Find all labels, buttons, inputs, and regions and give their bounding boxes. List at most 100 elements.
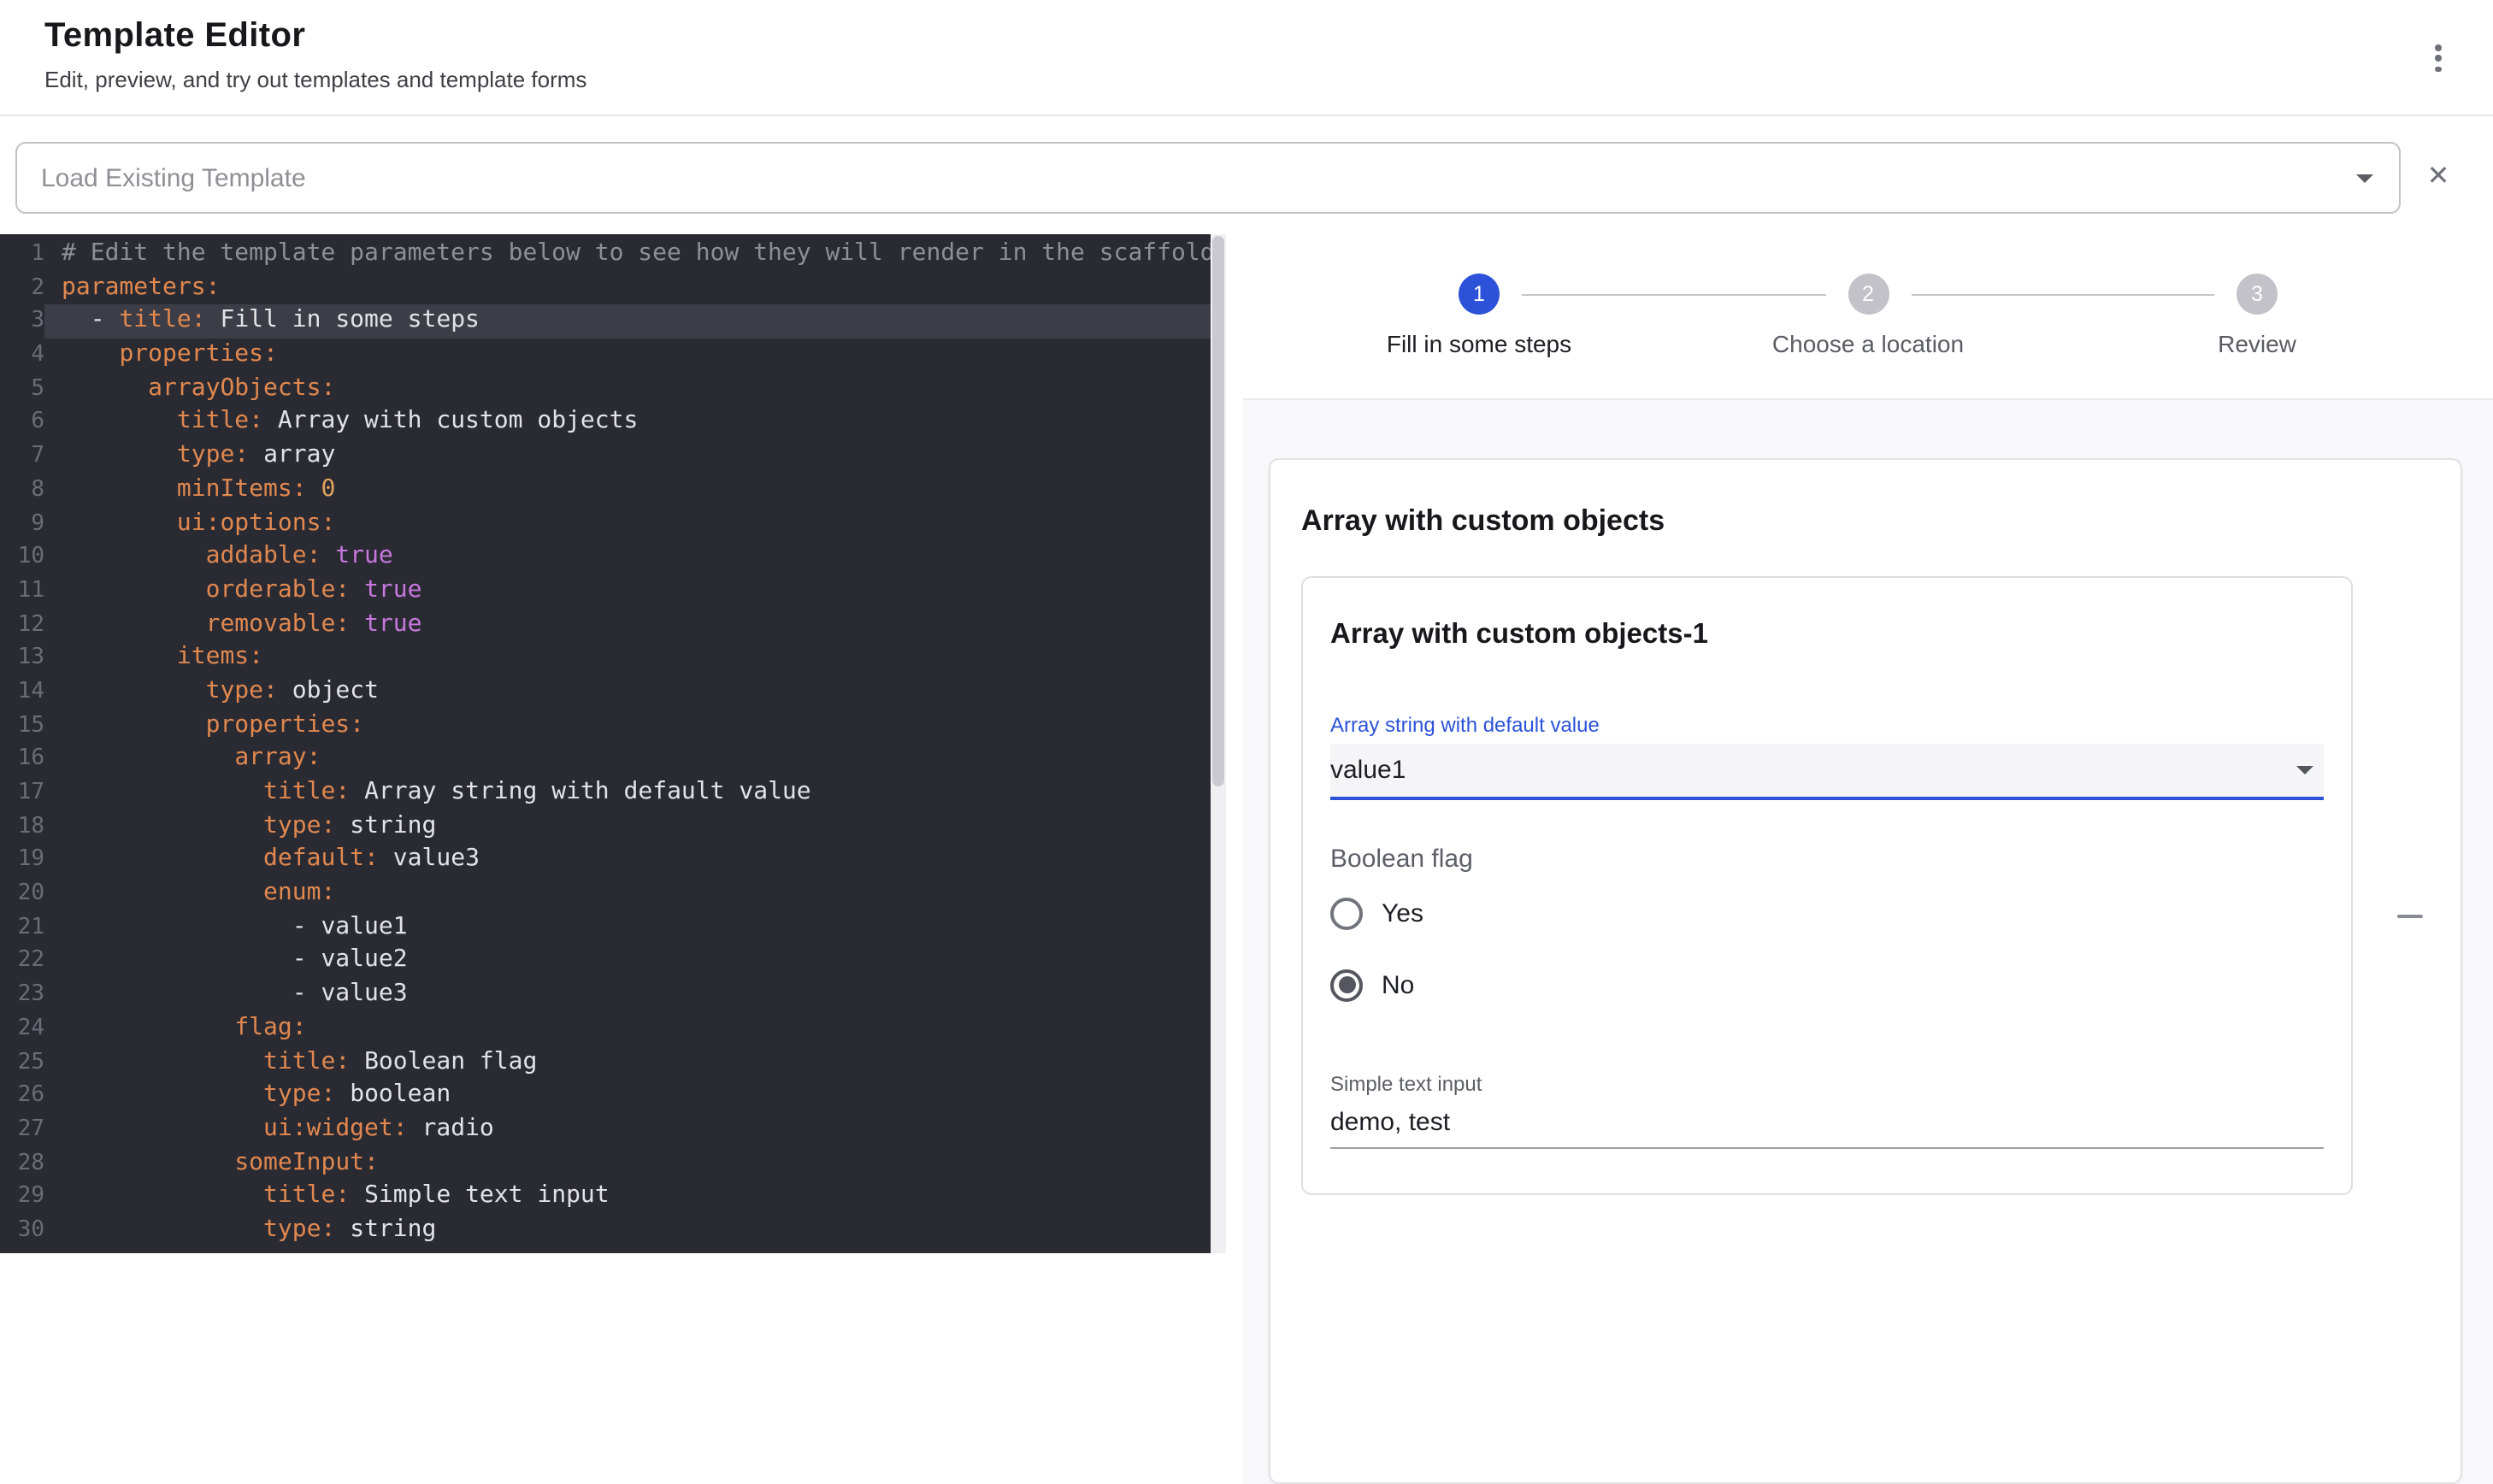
code-line[interactable]: 23 - value3 [0, 978, 1226, 1011]
code-line[interactable]: 10 addable: true [0, 540, 1226, 574]
code-line[interactable]: 18 type: string [0, 810, 1226, 843]
array-string-select[interactable]: value1 [1330, 744, 2324, 800]
line-number: 4 [0, 339, 44, 372]
line-number: 23 [0, 978, 44, 1011]
scrollbar-thumb[interactable] [1212, 236, 1224, 786]
code-editor[interactable]: 1# Edit the template parameters below to… [0, 234, 1226, 1253]
code-line[interactable]: 4 properties: [0, 339, 1226, 372]
line-number: 21 [0, 911, 44, 945]
code-line[interactable]: 17 title: Array string with default valu… [0, 776, 1226, 810]
select-value: value1 [1330, 756, 1406, 785]
code-line[interactable]: 16 array: [0, 743, 1226, 776]
line-number: 26 [0, 1079, 44, 1112]
simple-text-input[interactable] [1330, 1104, 2324, 1149]
template-select-row: ✕ [0, 116, 2493, 234]
line-number: 28 [0, 1146, 44, 1180]
code-line-text: parameters: [44, 271, 1226, 304]
code-line-text: - title: Fill in some steps [44, 305, 1226, 339]
code-line[interactable]: 5 arrayObjects: [0, 373, 1226, 406]
code-line-text: - value2 [44, 945, 1226, 978]
kebab-icon [2435, 56, 2442, 62]
kebab-icon [2435, 66, 2442, 73]
preview-panel: 1 Fill in some steps 2 Choose a location… [1226, 234, 2493, 1253]
line-number: 8 [0, 474, 44, 507]
line-number: 25 [0, 1045, 44, 1079]
item-title: Array with custom objects-1 [1330, 619, 2324, 651]
code-line[interactable]: 12 removable: true [0, 608, 1226, 641]
code-line-text: removable: true [44, 608, 1226, 641]
editor-scrollbar[interactable] [1211, 234, 1226, 1253]
close-icon[interactable]: ✕ [2418, 157, 2459, 198]
code-line-text: addable: true [44, 540, 1226, 574]
radio-option-no[interactable]: No [1330, 963, 2324, 1007]
code-line[interactable]: 1# Edit the template parameters below to… [0, 238, 1226, 271]
code-line[interactable]: 26 type: boolean [0, 1079, 1226, 1112]
array-item-card: Array with custom objects-1 Array string… [1301, 576, 2353, 1195]
code-line-text: orderable: true [44, 574, 1226, 608]
code-line-text: type: string [44, 810, 1226, 843]
minus-icon [2397, 915, 2423, 918]
step-fill-in-some-steps[interactable]: 1 Fill in some steps [1368, 274, 1590, 357]
step-number-badge: 3 [2237, 274, 2278, 315]
code-line[interactable]: 28 someInput: [0, 1146, 1226, 1180]
code-line[interactable]: 7 type: array [0, 439, 1226, 473]
code-line[interactable]: 3 - title: Fill in some steps [0, 305, 1226, 339]
code-line-text: enum: [44, 877, 1226, 910]
remove-item-button[interactable] [2384, 901, 2437, 932]
app: Template Editor Edit, preview, and try o… [0, 0, 2493, 1253]
code-line[interactable]: 29 title: Simple text input [0, 1181, 1226, 1214]
line-number: 7 [0, 439, 44, 473]
code-line-text: items: [44, 642, 1226, 675]
radio-field: Boolean flag Yes No [1330, 845, 2324, 1007]
code-line-text: type: array [44, 439, 1226, 473]
header-text: Template Editor Edit, preview, and try o… [44, 17, 586, 92]
code-line[interactable]: 22 - value2 [0, 945, 1226, 978]
code-line[interactable]: 30 type: string [0, 1214, 1226, 1247]
load-template-input[interactable] [17, 163, 2399, 192]
step-number-badge: 2 [1848, 274, 1889, 315]
code-line-text: default: value3 [44, 844, 1226, 877]
code-line-text: properties: [44, 709, 1226, 742]
line-number: 3 [0, 305, 44, 339]
text-field: Simple text input [1330, 1072, 2324, 1149]
more-options-button[interactable] [2425, 34, 2452, 83]
code-line-text: - value3 [44, 978, 1226, 1011]
code-line[interactable]: 11 orderable: true [0, 574, 1226, 608]
radio-option-yes[interactable]: Yes [1330, 891, 2324, 935]
form-area: Array with custom objects Array with cus… [1243, 398, 2493, 1484]
section-title: Array with custom objects [1301, 504, 2430, 539]
select-field-label: Array string with default value [1330, 713, 2324, 737]
code-line-text: array: [44, 743, 1226, 776]
code-line[interactable]: 8 minItems: 0 [0, 474, 1226, 507]
code-line[interactable]: 27 ui:widget: radio [0, 1113, 1226, 1146]
code-line[interactable]: 14 type: object [0, 675, 1226, 709]
load-template-select[interactable] [15, 142, 2401, 214]
code-line[interactable]: 24 flag: [0, 1012, 1226, 1045]
code-line[interactable]: 13 items: [0, 642, 1226, 675]
code-line[interactable]: 19 default: value3 [0, 844, 1226, 877]
line-number: 9 [0, 507, 44, 540]
step-choose-a-location[interactable]: 2 Choose a location [1757, 274, 1979, 357]
chevron-down-icon[interactable] [2356, 174, 2373, 182]
code-line[interactable]: 15 properties: [0, 709, 1226, 742]
code-line[interactable]: 21 - value1 [0, 911, 1226, 945]
code-line-text: ui:options: [44, 507, 1226, 540]
line-number: 6 [0, 406, 44, 439]
chevron-down-icon [2296, 766, 2313, 774]
step-number-badge: 1 [1459, 274, 1500, 315]
code-line[interactable]: 6 title: Array with custom objects [0, 406, 1226, 439]
code-line-text: type: string [44, 1214, 1226, 1247]
code-line-text: title: Array string with default value [44, 776, 1226, 810]
code-line[interactable]: 9 ui:options: [0, 507, 1226, 540]
step-review[interactable]: 3 Review [2146, 274, 2368, 357]
code-line[interactable]: 20 enum: [0, 877, 1226, 910]
select-field: Array string with default value value1 [1330, 713, 2324, 800]
code-line-text: minItems: 0 [44, 474, 1226, 507]
main-split: 1# Edit the template parameters below to… [0, 234, 2493, 1253]
code-line[interactable]: 25 title: Boolean flag [0, 1045, 1226, 1079]
code-line[interactable]: 2parameters: [0, 271, 1226, 304]
line-number: 10 [0, 540, 44, 574]
form-card: Array with custom objects Array with cus… [1269, 458, 2462, 1484]
code-lines[interactable]: 1# Edit the template parameters below to… [0, 238, 1226, 1247]
line-number: 18 [0, 810, 44, 843]
